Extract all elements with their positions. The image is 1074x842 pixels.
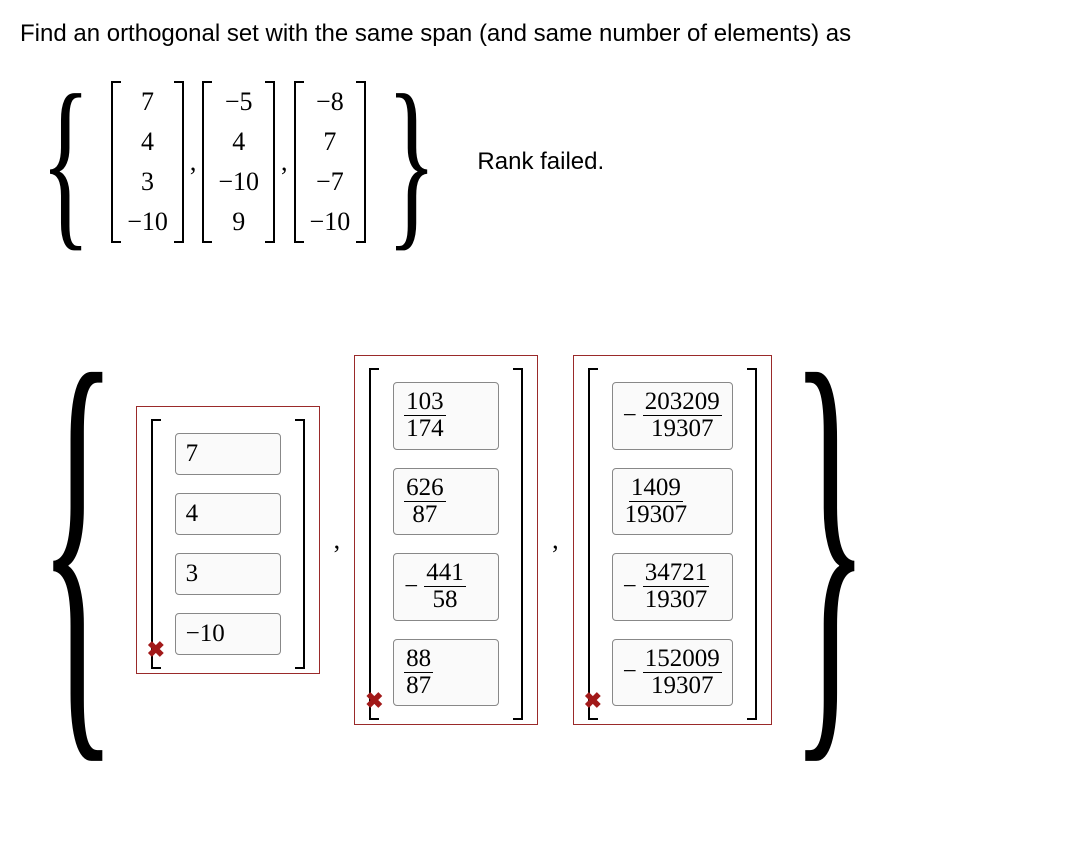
v2-e1: −5 [218, 87, 259, 117]
v3-e4: −10 [310, 207, 351, 237]
v3-e3: −7 [310, 167, 351, 197]
incorrect-icon: ✖ [147, 637, 165, 663]
given-set: { 7 4 3 −10 , −5 4 −10 9 , −8 7 −7 −10 } [20, 67, 1054, 257]
answer-input[interactable]: −20320919307 [612, 382, 733, 450]
answer-input[interactable]: 3 [175, 553, 281, 595]
v3-e2: 7 [310, 127, 351, 157]
right-brace-icon: } [387, 67, 437, 257]
answer-input[interactable]: −10 [175, 613, 281, 655]
answer-input[interactable]: −3472119307 [612, 553, 733, 621]
v2-e4: 9 [218, 207, 259, 237]
answer-input[interactable]: 7 [175, 433, 281, 475]
v1-e2: 4 [127, 127, 168, 157]
answer-set: { 7 4 3 −10 ✖ , 103174 62687 −44158 8887 [20, 305, 1054, 775]
v1-e3: 3 [127, 167, 168, 197]
left-brace-icon: { [41, 67, 91, 257]
v1-e4: −10 [127, 207, 168, 237]
v2-e3: −10 [218, 167, 259, 197]
answer-vector-1: 7 4 3 −10 ✖ [136, 406, 320, 674]
question-prompt: Find an orthogonal set with the same spa… [20, 18, 1054, 49]
v3-e1: −8 [310, 87, 351, 117]
answer-input[interactable]: 103174 [393, 382, 499, 450]
incorrect-icon: ✖ [365, 688, 383, 714]
answer-input[interactable]: 4 [175, 493, 281, 535]
left-brace-icon: { [38, 305, 117, 775]
incorrect-icon: ✖ [584, 688, 602, 714]
right-brace-icon: } [790, 305, 869, 775]
comma: , [281, 147, 288, 177]
comma: , [334, 525, 341, 555]
vector-1: 7 4 3 −10 [111, 81, 184, 243]
vector-2: −5 4 −10 9 [202, 81, 275, 243]
answer-vector-3: −20320919307 140919307 −3472119307 −1520… [573, 355, 772, 725]
answer-input[interactable]: −15200919307 [612, 639, 733, 707]
answer-vector-2: 103174 62687 −44158 8887 ✖ [354, 355, 538, 725]
comma: , [190, 147, 197, 177]
v1-e1: 7 [127, 87, 168, 117]
answer-input[interactable]: 8887 [393, 639, 499, 707]
answer-input[interactable]: 140919307 [612, 468, 733, 536]
vector-3: −8 7 −7 −10 [294, 81, 367, 243]
comma: , [552, 525, 559, 555]
answer-input[interactable]: −44158 [393, 553, 499, 621]
answer-input[interactable]: 62687 [393, 468, 499, 536]
v2-e2: 4 [218, 127, 259, 157]
feedback-text: Rank failed. [477, 148, 604, 176]
